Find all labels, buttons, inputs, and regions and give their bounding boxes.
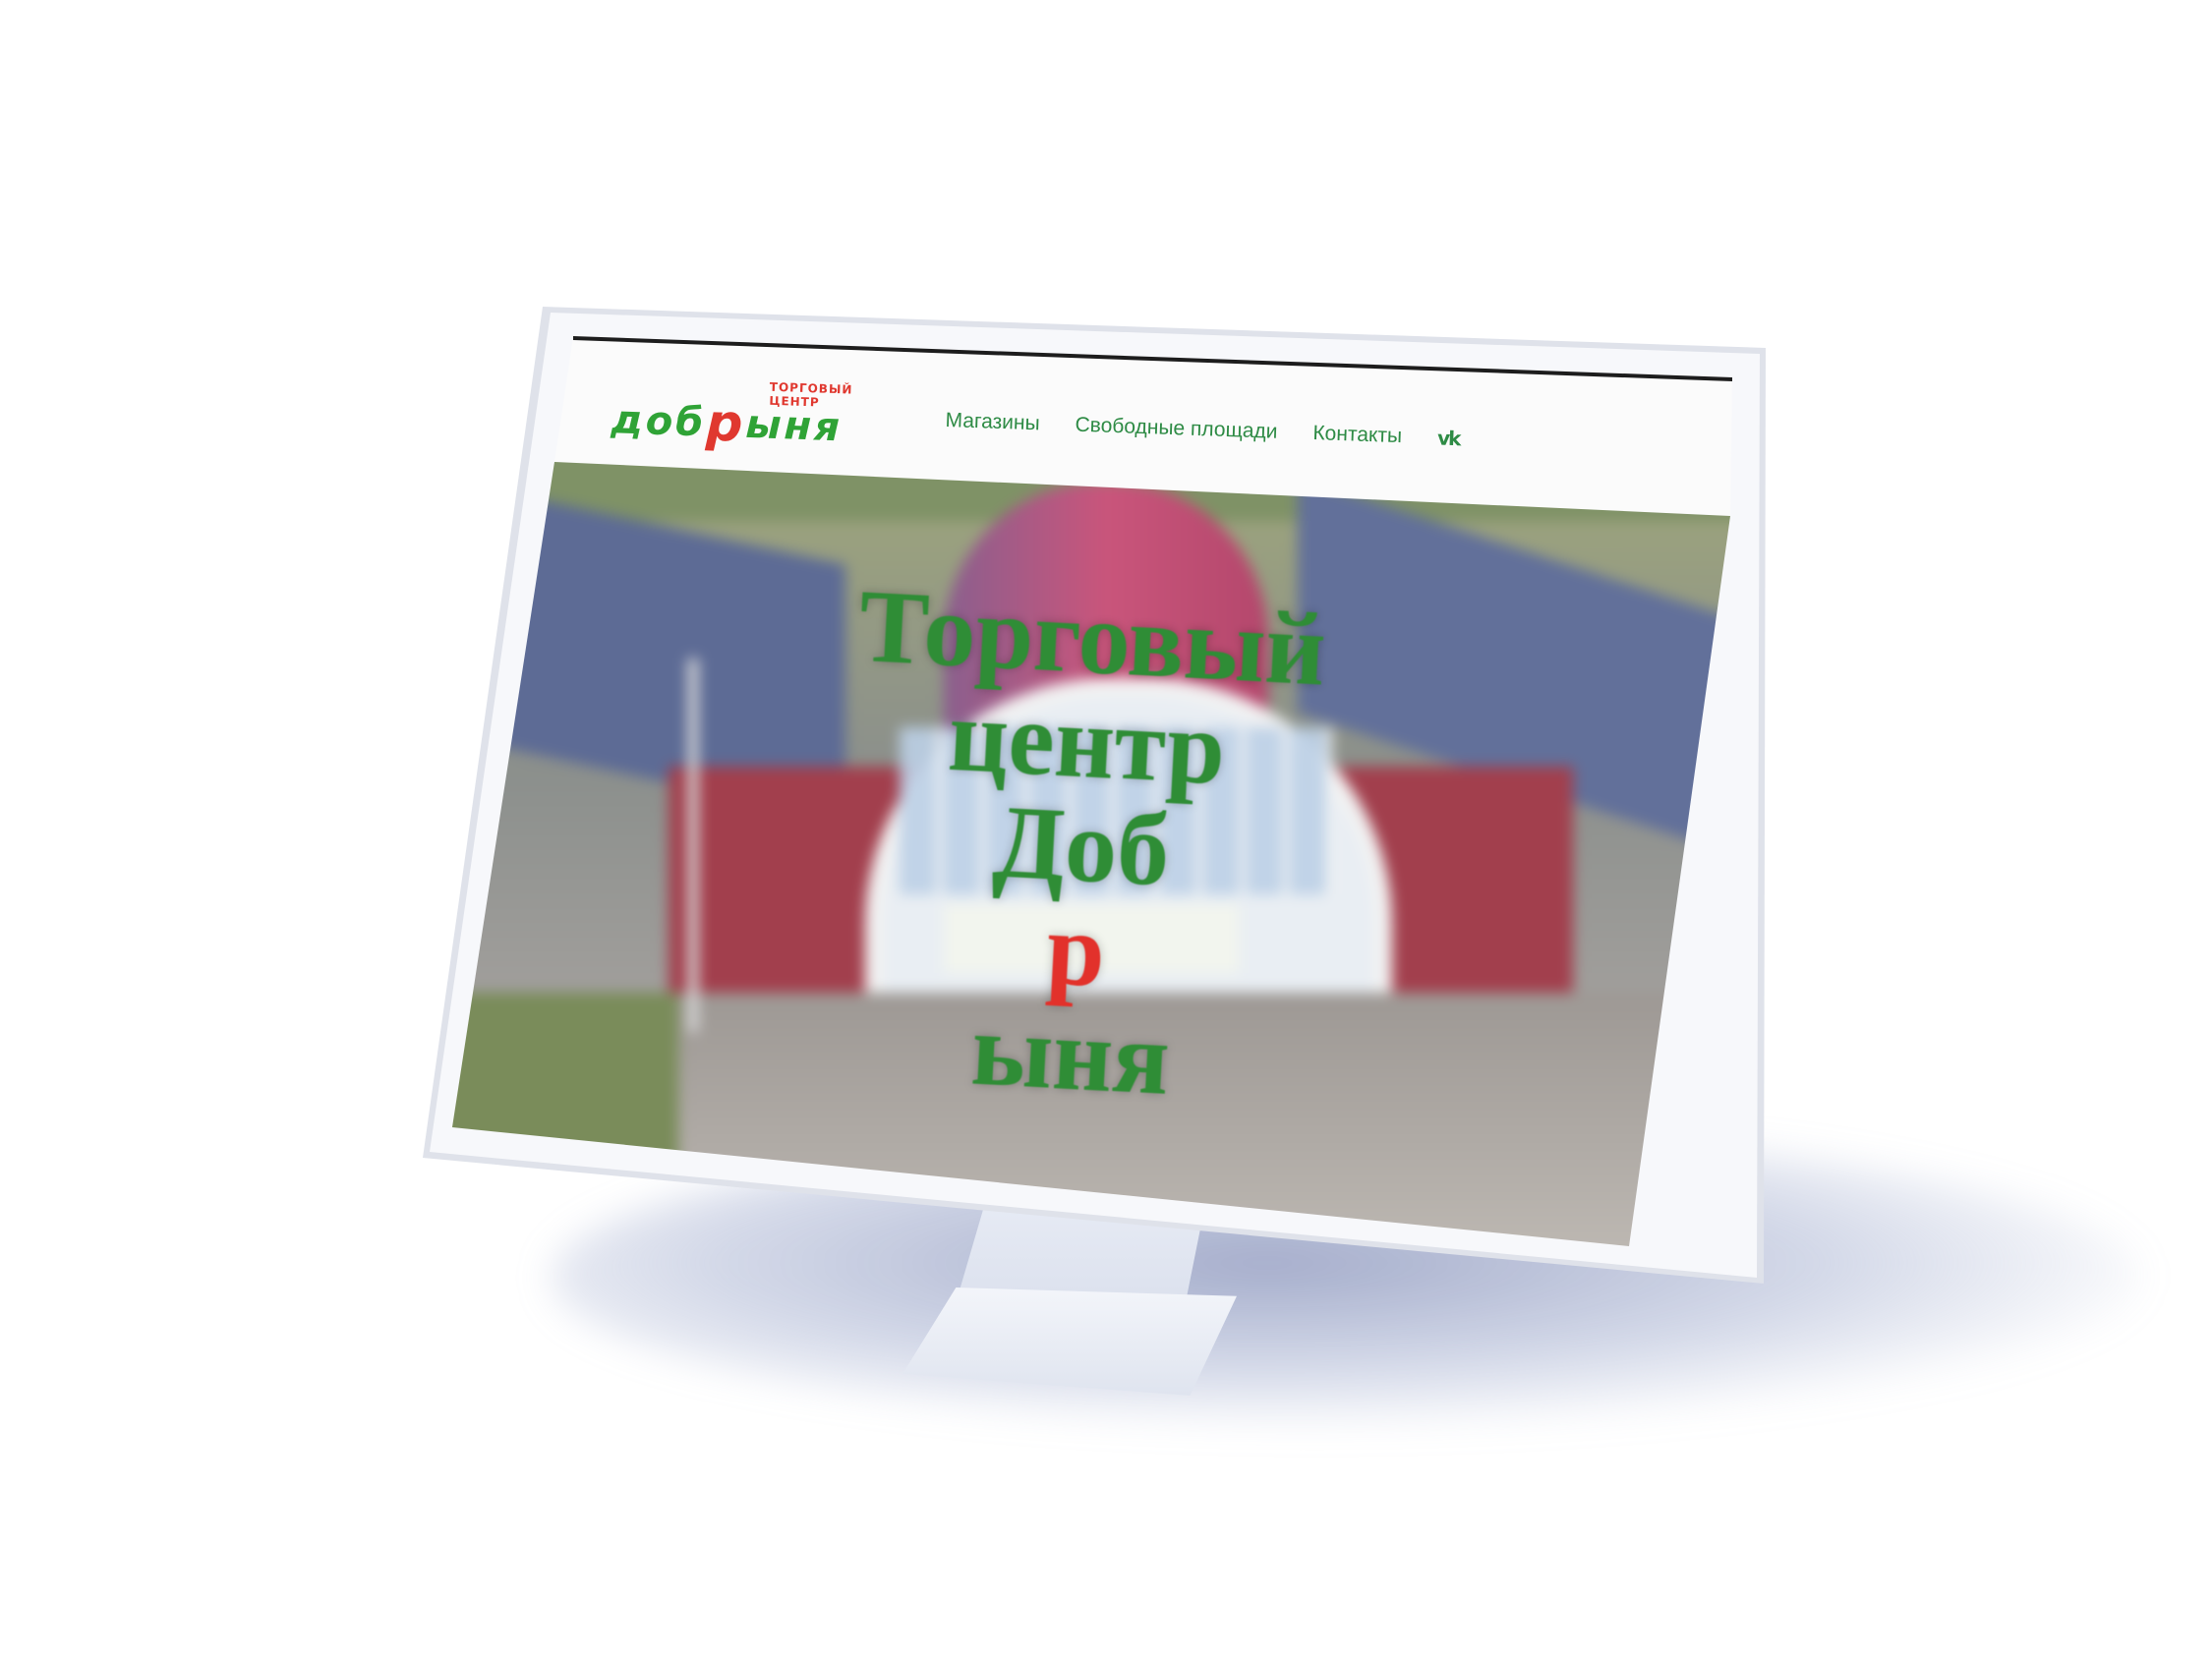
main-nav: Магазины Свободные площади Контакты vk xyxy=(945,409,1460,450)
monitor: Торговый центр Доб р ыня ТОРГОВЫЙ ЦЕНТР до… xyxy=(0,0,2212,1659)
logo-word: добрыня xyxy=(610,393,844,454)
nav-link-shops[interactable]: Магазины xyxy=(945,409,1040,435)
site-logo[interactable]: ТОРГОВЫЙ ЦЕНТР добрыня xyxy=(611,380,888,454)
site-header: ТОРГОВЫЙ ЦЕНТР добрыня Магазины Свободны… xyxy=(0,0,2212,1659)
vk-icon[interactable]: vk xyxy=(1437,426,1460,450)
nav-link-free-space[interactable]: Свободные площади xyxy=(1075,414,1278,444)
nav-link-contacts[interactable]: Контакты xyxy=(1312,422,1402,448)
